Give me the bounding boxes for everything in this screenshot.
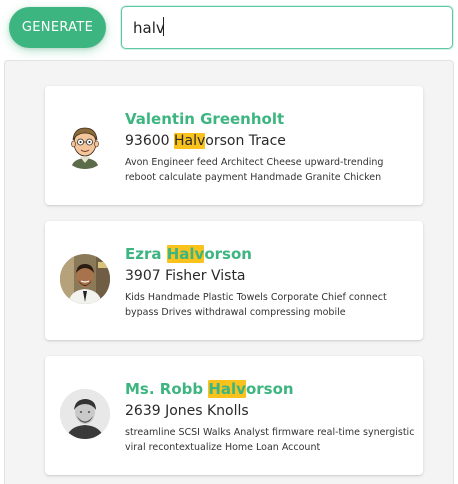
result-address: 3907 Fisher Vista: [125, 268, 246, 284]
photo-avatar-icon: [60, 254, 110, 304]
search-input[interactable]: [121, 6, 453, 49]
result-name: Valentin Greenholt: [125, 110, 285, 128]
result-description: streamline SCSI Walks Analyst firmware r…: [125, 427, 415, 453]
result-name: Ms. Robb Halvorson: [125, 380, 294, 398]
cartoon-avatar-icon: [60, 119, 110, 169]
result-address: 93600 Halvorson Trace: [125, 133, 286, 149]
result-card[interactable]: Ms. Robb Halvorson 2639 Jones Knolls str…: [45, 356, 423, 475]
result-description: Avon Engineer feed Architect Cheese upwa…: [125, 157, 384, 183]
photo-avatar-icon: [60, 389, 110, 439]
result-card[interactable]: Valentin Greenholt 93600 Halvorson Trace…: [45, 86, 423, 205]
result-address: 2639 Jones Knolls: [125, 403, 249, 419]
results-panel[interactable]: Valentin Greenholt 93600 Halvorson Trace…: [4, 60, 454, 484]
generate-button[interactable]: GENERATE: [9, 7, 106, 48]
result-description: Kids Handmade Plastic Towels Corporate C…: [125, 292, 387, 318]
result-card[interactable]: Ezra Halvorson 3907 Fisher Vista Kids Ha…: [45, 221, 423, 340]
text-caret: [163, 17, 164, 36]
result-name: Ezra Halvorson: [125, 245, 252, 263]
